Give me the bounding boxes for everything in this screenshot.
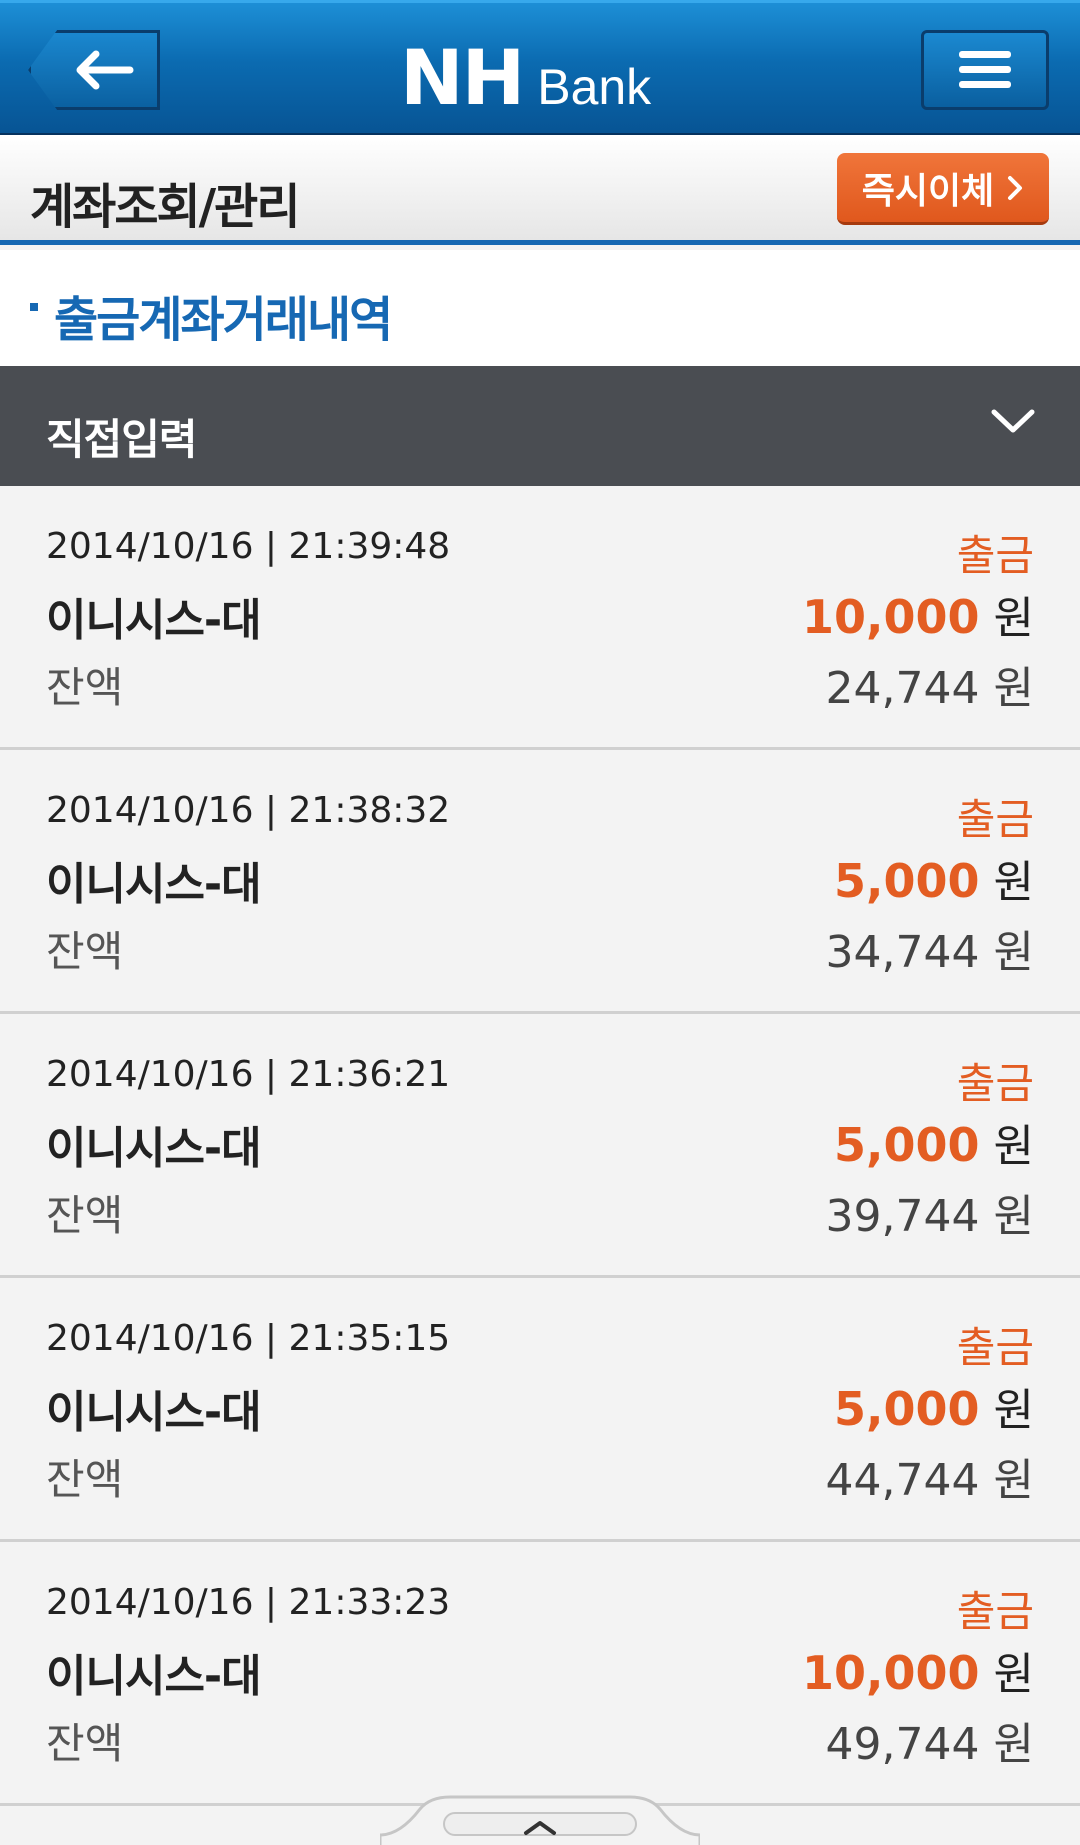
scroll-up-handle[interactable] xyxy=(380,1795,700,1845)
balance-line: 24,744 원 xyxy=(826,652,1034,716)
transaction-amount: 5,000 xyxy=(834,1382,980,1436)
transaction-list: 2014/10/16 | 21:39:48 이니시스-대 잔액 출금 10,00… xyxy=(0,486,1080,1806)
transaction-datetime: 2014/10/16 | 21:38:32 xyxy=(46,790,451,831)
transaction-datetime: 2014/10/16 | 21:36:21 xyxy=(46,1054,451,1095)
balance-currency: 원 xyxy=(993,1719,1034,1770)
transaction-type: 출금 xyxy=(956,1587,1034,1636)
balance-currency: 원 xyxy=(993,1455,1034,1506)
transaction-row[interactable]: 2014/10/16 | 21:35:15 이니시스-대 잔액 출금 5,000… xyxy=(0,1278,1080,1542)
balance-amount: 49,744 xyxy=(825,1719,980,1770)
amount-line: 5,000 원 xyxy=(834,846,1034,910)
filter-label: 직접입력 xyxy=(46,415,198,464)
arrow-left-icon xyxy=(76,50,134,90)
bullet-marker xyxy=(30,303,38,311)
transaction-name: 이니시스-대 xyxy=(46,1387,262,1438)
transaction-datetime: 2014/10/16 | 21:35:15 xyxy=(46,1318,451,1359)
transaction-row[interactable]: 2014/10/16 | 21:38:32 이니시스-대 잔액 출금 5,000… xyxy=(0,750,1080,1014)
transaction-name: 이니시스-대 xyxy=(46,859,262,910)
hamburger-icon xyxy=(959,51,1011,88)
menu-button[interactable] xyxy=(921,30,1049,110)
amount-line: 5,000 원 xyxy=(834,1110,1034,1174)
balance-amount: 44,744 xyxy=(825,1455,980,1506)
chevron-down-icon xyxy=(991,409,1035,433)
transaction-type: 출금 xyxy=(956,531,1034,580)
transaction-amount: 10,000 xyxy=(802,1646,980,1700)
amount-line: 10,000 원 xyxy=(802,582,1034,646)
amount-currency: 원 xyxy=(993,1385,1034,1436)
transaction-row[interactable]: 2014/10/16 | 21:39:48 이니시스-대 잔액 출금 10,00… xyxy=(0,486,1080,750)
balance-amount: 24,744 xyxy=(825,663,980,714)
balance-line: 34,744 원 xyxy=(826,916,1034,980)
transaction-amount: 5,000 xyxy=(834,854,980,908)
balance-label: 잔액 xyxy=(46,1719,124,1768)
balance-amount: 39,744 xyxy=(825,1191,980,1242)
transaction-name: 이니시스-대 xyxy=(46,595,262,646)
balance-currency: 원 xyxy=(993,927,1034,978)
transaction-type: 출금 xyxy=(956,1323,1034,1372)
transaction-name: 이니시스-대 xyxy=(46,1123,262,1174)
balance-label: 잔액 xyxy=(46,927,124,976)
amount-currency: 원 xyxy=(993,1649,1034,1700)
period-filter-dropdown[interactable]: 직접입력 xyxy=(0,366,1080,486)
transaction-amount: 5,000 xyxy=(834,1118,980,1172)
page-title: 계좌조회/관리 xyxy=(30,179,300,235)
transaction-amount: 10,000 xyxy=(802,590,980,644)
transaction-type: 출금 xyxy=(956,795,1034,844)
section-header: 출금계좌거래내역 xyxy=(0,250,1080,366)
top-bar: NH Bank xyxy=(0,0,1080,135)
chevron-right-icon xyxy=(1008,175,1023,200)
balance-line: 44,744 원 xyxy=(826,1444,1034,1508)
back-button[interactable] xyxy=(28,30,160,110)
transaction-datetime: 2014/10/16 | 21:39:48 xyxy=(46,526,451,567)
amount-currency: 원 xyxy=(993,1121,1034,1172)
transaction-type: 출금 xyxy=(956,1059,1034,1108)
balance-label: 잔액 xyxy=(46,1455,124,1504)
balance-label: 잔액 xyxy=(46,1191,124,1240)
logo-text: Bank xyxy=(537,59,652,115)
balance-currency: 원 xyxy=(993,1191,1034,1242)
balance-currency: 원 xyxy=(993,663,1034,714)
sub-header: 계좌조회/관리 즉시이체 xyxy=(0,135,1080,245)
transaction-datetime: 2014/10/16 | 21:33:23 xyxy=(46,1582,451,1623)
instant-transfer-label: 즉시이체 xyxy=(861,170,995,212)
balance-label: 잔액 xyxy=(46,663,124,712)
logo-mark: NH xyxy=(400,33,525,122)
transaction-name: 이니시스-대 xyxy=(46,1651,262,1702)
balance-line: 39,744 원 xyxy=(826,1180,1034,1244)
balance-amount: 34,744 xyxy=(825,927,980,978)
amount-currency: 원 xyxy=(993,857,1034,908)
instant-transfer-button[interactable]: 즉시이체 xyxy=(837,153,1049,225)
amount-line: 5,000 원 xyxy=(834,1374,1034,1438)
balance-line: 49,744 원 xyxy=(826,1708,1034,1772)
transaction-row[interactable]: 2014/10/16 | 21:36:21 이니시스-대 잔액 출금 5,000… xyxy=(0,1014,1080,1278)
nh-bank-logo: NH Bank xyxy=(400,33,651,122)
section-title: 출금계좌거래내역 xyxy=(54,292,393,348)
amount-line: 10,000 원 xyxy=(802,1638,1034,1702)
amount-currency: 원 xyxy=(993,593,1034,644)
transaction-row[interactable]: 2014/10/16 | 21:33:23 이니시스-대 잔액 출금 10,00… xyxy=(0,1542,1080,1806)
